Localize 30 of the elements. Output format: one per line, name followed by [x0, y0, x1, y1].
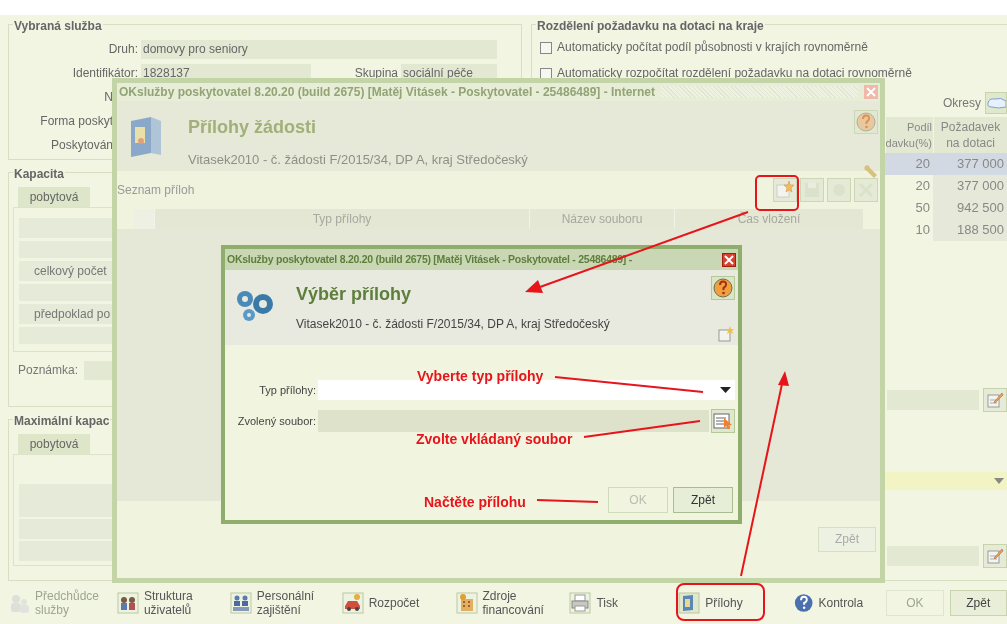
dialog-title: Výběr přílohy — [296, 283, 413, 306]
field-label: N — [103, 89, 113, 106]
field-label: Okresy — [943, 95, 981, 112]
table-cell-text: 20 — [914, 177, 931, 195]
table-cell-text: 50 — [914, 199, 931, 217]
field-label: Identifikátor: — [71, 65, 139, 82]
field-label: Poznámka: — [17, 362, 79, 380]
annotation-text: Vyberte typ přílohy — [417, 367, 544, 386]
field-label: Druh: — [107, 41, 139, 58]
list-label: Seznam příloh — [117, 182, 195, 199]
dialog-title: Přílohy žádosti — [188, 116, 318, 139]
field-label: Forma poskyt — [39, 113, 113, 130]
annotation-text: Načtěte přílohu — [424, 493, 526, 512]
field-label: Poskytován — [49, 137, 113, 154]
field-label: Typ přílohy: — [258, 382, 317, 398]
table-cell: 188 500 — [933, 219, 1007, 241]
header-text: Požadavek — [940, 119, 1001, 135]
window-title: OKslužby poskytovatel 8.20.20 (build 2675) [Matěj Vitásek - Poskytovatel - 25486489] - Internet — [119, 84, 655, 101]
field-label: Skupina — [353, 65, 399, 82]
header-text: Podíl — [906, 120, 932, 135]
annotation-text: Zvolte vkládaný soubor — [416, 430, 573, 449]
header-text: davku(%) — [885, 136, 932, 151]
table-cell: 942 500 — [933, 197, 1007, 219]
table-cell-text: 10 — [914, 221, 931, 239]
field-label: Zvolený soubor: — [236, 413, 317, 429]
table-cell-text: 20 — [914, 155, 931, 173]
dialog-subtitle: Vitasek2010 - č. žádosti F/2015/34, DP A, kraj Středočeský — [188, 151, 528, 169]
table-cell-text: 377 000 — [956, 155, 1005, 173]
header-text: na dotaci — [946, 135, 995, 151]
table-cell: 377 000 — [933, 175, 1007, 197]
